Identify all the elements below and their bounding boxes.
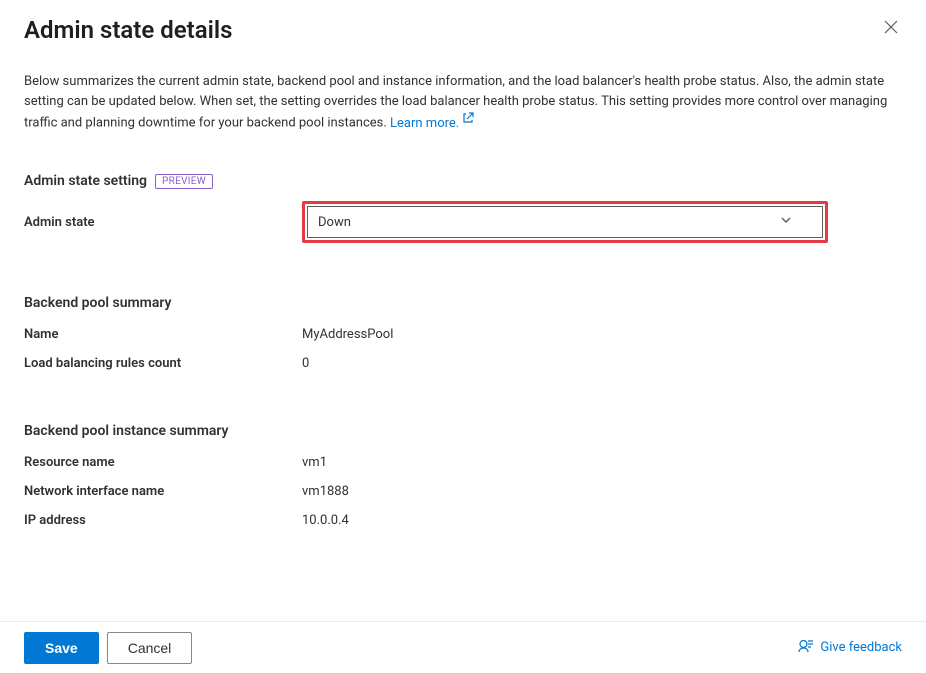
ip-address-label: IP address	[24, 513, 302, 528]
feedback-icon	[798, 638, 814, 658]
backend-pool-summary-section: Backend pool summary Name MyAddressPool …	[24, 295, 902, 371]
nic-name-label: Network interface name	[24, 484, 302, 499]
admin-state-heading-text: Admin state setting	[24, 173, 147, 189]
admin-state-dropdown[interactable]: Down	[307, 206, 823, 238]
pool-name-value: MyAddressPool	[302, 327, 393, 342]
close-button[interactable]	[880, 16, 902, 41]
description-text: Below summarizes the current admin state…	[24, 72, 902, 133]
ip-address-value: 10.0.0.4	[302, 513, 349, 528]
rules-count-value: 0	[302, 356, 309, 371]
cancel-button[interactable]: Cancel	[107, 632, 193, 664]
external-link-icon	[462, 111, 474, 131]
rules-count-label: Load balancing rules count	[24, 356, 302, 371]
resource-name-label: Resource name	[24, 455, 302, 470]
close-icon	[884, 19, 898, 38]
learn-more-label: Learn more.	[390, 116, 459, 131]
admin-state-heading: Admin state setting PREVIEW	[24, 173, 902, 189]
chevron-down-icon	[780, 214, 792, 230]
resource-name-value: vm1	[302, 455, 327, 470]
give-feedback-label: Give feedback	[820, 640, 902, 655]
admin-state-section: Admin state setting PREVIEW Admin state …	[24, 173, 902, 243]
pool-name-label: Name	[24, 327, 302, 342]
preview-badge: PREVIEW	[155, 174, 213, 189]
save-button[interactable]: Save	[24, 632, 99, 664]
backend-pool-instance-section: Backend pool instance summary Resource n…	[24, 423, 902, 528]
nic-name-value: vm1888	[302, 484, 349, 499]
learn-more-link[interactable]: Learn more.	[390, 116, 474, 131]
give-feedback-link[interactable]: Give feedback	[798, 638, 902, 658]
backend-pool-summary-heading: Backend pool summary	[24, 295, 902, 311]
admin-state-selected: Down	[318, 215, 351, 230]
admin-state-label: Admin state	[24, 215, 302, 230]
admin-state-highlight: Down	[302, 201, 828, 243]
page-title: Admin state details	[24, 16, 232, 44]
backend-pool-instance-heading: Backend pool instance summary	[24, 423, 902, 439]
footer-bar: Save Cancel Give feedback	[0, 621, 926, 673]
